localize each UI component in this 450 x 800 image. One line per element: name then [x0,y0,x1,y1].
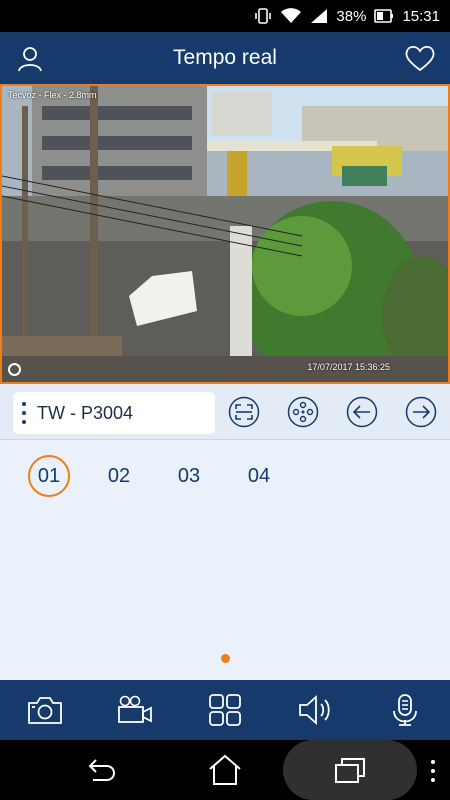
menu-icon[interactable] [430,760,436,782]
record-video-icon[interactable] [116,692,154,728]
channel-02[interactable]: 02 [98,455,140,497]
clock: 15:31 [402,7,440,25]
video-timestamp: 17/07/2017 15:36:25 [307,362,390,372]
status-bar: 38% 15:31 [0,0,450,32]
page-title: Tempo real [173,46,277,69]
vibrate-icon [254,8,272,24]
channel-selector: 01 02 03 04 [0,440,450,680]
video-toolbar: TW - P3004 [0,384,450,440]
fullscreen-icon[interactable] [228,396,260,428]
audio-speaker-icon[interactable] [296,692,334,728]
battery-icon [374,8,394,24]
heart-icon[interactable] [400,40,440,76]
ptz-icon[interactable] [287,396,319,428]
multiview-grid-icon[interactable] [206,692,244,728]
record-indicator-icon [8,363,21,376]
app-header: Tempo real [0,32,450,84]
wifi-icon [280,8,302,24]
live-video-view[interactable]: Tecvoz - Flex - 2.8mm 17/07/2017 15:36:2… [0,84,450,384]
device-name: TW - P3004 [37,402,134,423]
previous-icon[interactable] [346,396,378,428]
channel-01[interactable]: 01 [28,455,70,497]
signal-icon [310,8,328,24]
channel-03[interactable]: 03 [168,455,210,497]
device-selector[interactable]: TW - P3004 [13,392,215,434]
channel-04[interactable]: 04 [238,455,280,497]
battery-percent: 38% [336,7,367,25]
recents-icon[interactable] [330,752,370,788]
microphone-icon[interactable] [386,692,424,728]
home-icon[interactable] [205,752,245,788]
user-icon[interactable] [10,40,50,76]
camera-label: Tecvoz - Flex - 2.8mm [8,90,97,100]
back-icon[interactable] [80,752,120,788]
page-indicator-dot [221,654,230,663]
more-vertical-icon [19,402,29,424]
camera-feed-image [2,86,448,382]
system-nav-bar [0,740,450,800]
action-bar [0,680,450,740]
snapshot-camera-icon[interactable] [26,692,64,728]
next-icon[interactable] [405,396,437,428]
